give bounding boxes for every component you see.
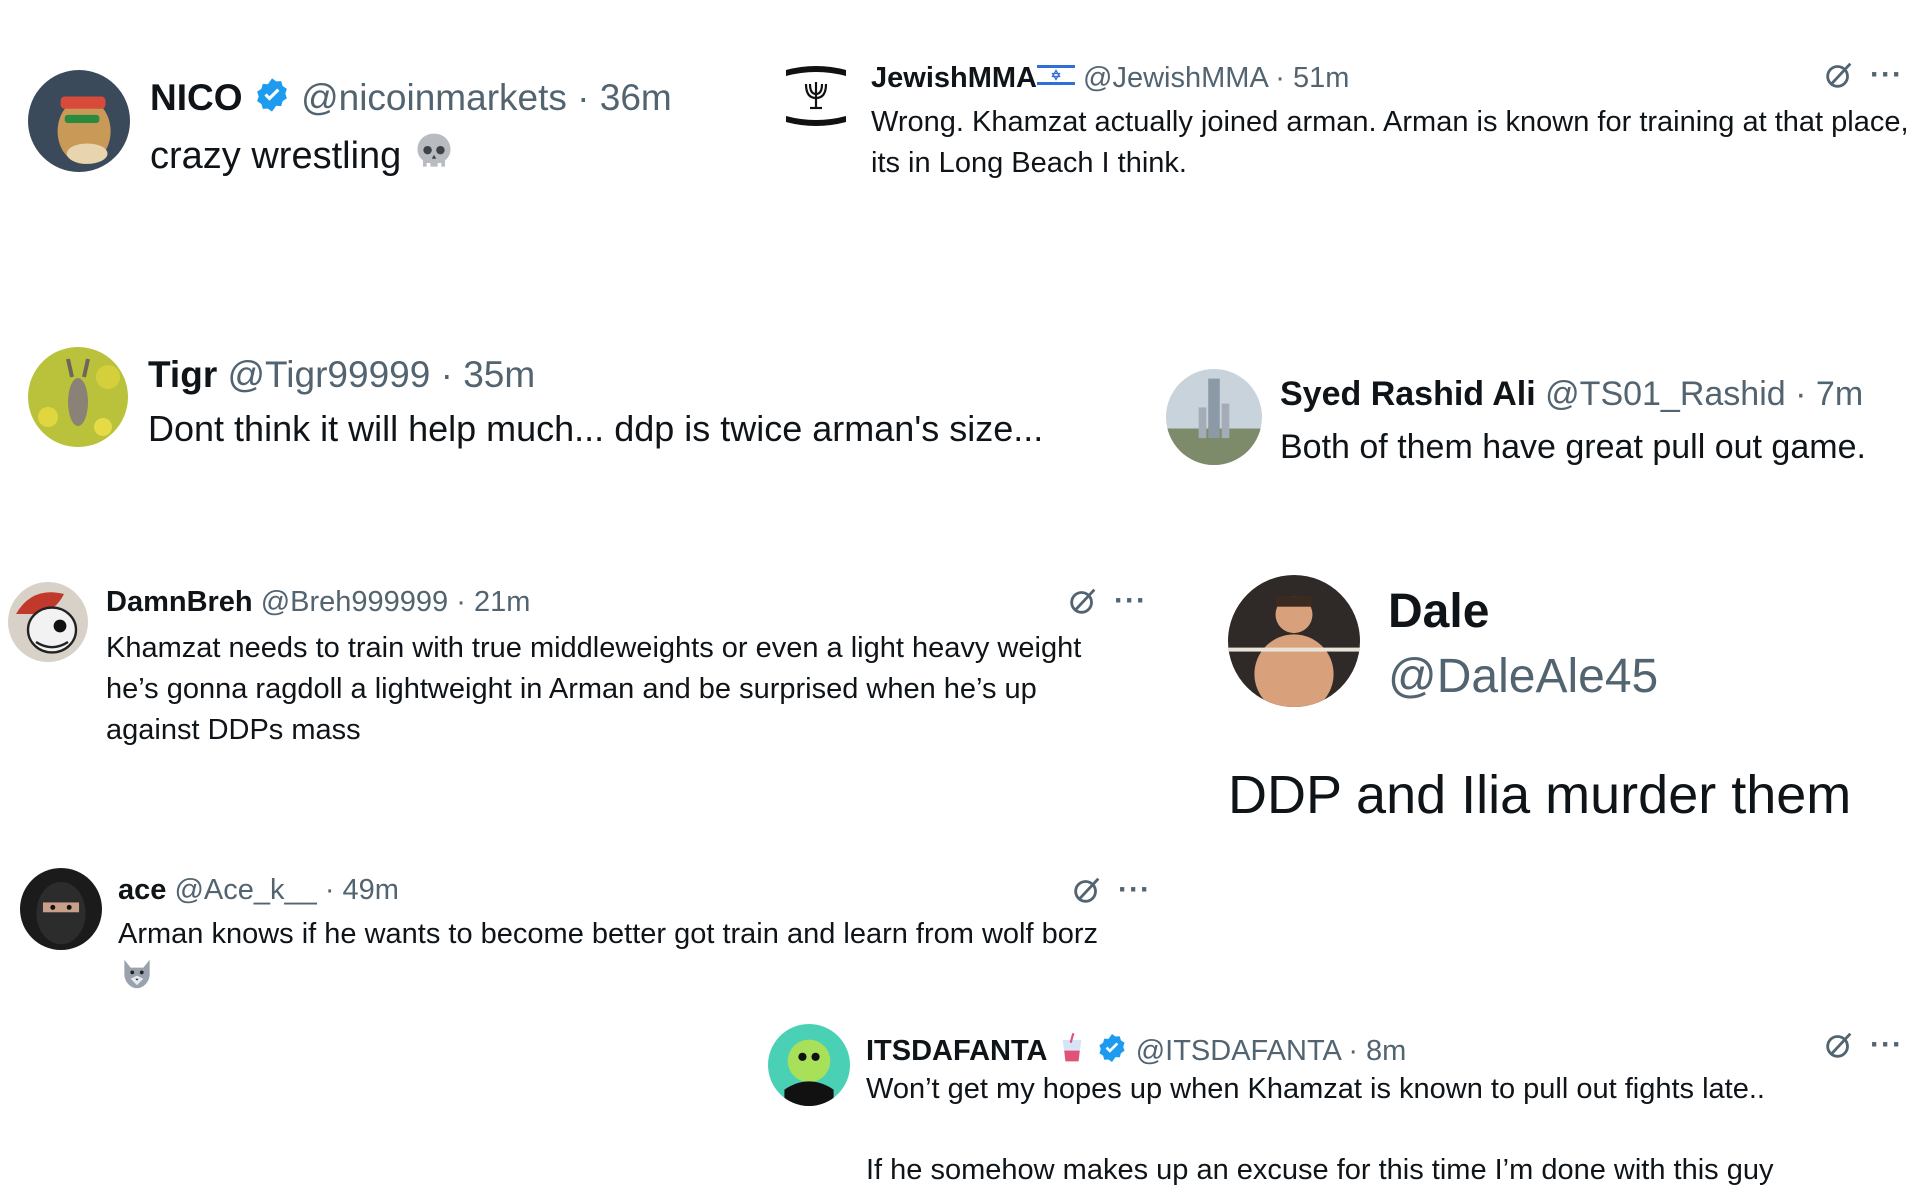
tweet-text: Both of them have great pull out game. [1280, 428, 1866, 466]
grok-icon[interactable] [1066, 584, 1100, 618]
tweet-text: Dont think it will help much... ddp is t… [148, 408, 1044, 449]
avatar[interactable] [780, 62, 852, 130]
avatar[interactable] [8, 582, 88, 662]
author-name[interactable]: ITSDAFANTA [866, 1035, 1048, 1067]
tweet-actions: ··· [1070, 873, 1151, 907]
grok-icon[interactable] [1070, 873, 1104, 907]
more-options-icon[interactable]: ··· [1870, 58, 1903, 92]
masked-avatar-icon [20, 868, 102, 950]
grok-icon[interactable] [1822, 1028, 1856, 1062]
timestamp[interactable]: 7m [1816, 375, 1863, 413]
avatar[interactable] [20, 868, 102, 950]
timestamp[interactable]: 49m [343, 874, 399, 906]
timestamp[interactable]: 51m [1293, 62, 1349, 94]
soda-cup-icon [1056, 1032, 1088, 1070]
tweet-text: DDP and Ilia murder them [1228, 765, 1852, 825]
author-handle[interactable]: @nicoinmarkets [301, 77, 567, 118]
cartoon-character-avatar-icon [768, 1024, 850, 1106]
verified-badge-icon [253, 76, 291, 120]
author-name[interactable]: NICO [150, 77, 243, 118]
separator-dot: · [1275, 62, 1285, 94]
tweet-tigr: Tigr @Tigr99999 · 35m Dont think it will… [0, 330, 1140, 470]
avatar[interactable] [768, 1024, 850, 1106]
avatar[interactable] [28, 347, 128, 447]
avatar[interactable] [28, 70, 130, 172]
fighter-avatar-icon [1228, 575, 1360, 707]
tweet-itsdafanta: ITSDAFANTA @ITSDAFANTA · 8m ··· Won’t ge… [760, 1020, 1920, 1200]
timestamp[interactable]: 36m [600, 77, 672, 118]
author-name[interactable]: Syed Rashid Ali [1280, 375, 1536, 413]
tweet-actions: ··· [1822, 1028, 1903, 1062]
tweet-syed: Syed Rashid Ali @TS01_Rashid · 7m Both o… [1160, 355, 1920, 485]
camel-avatar-icon [28, 70, 130, 172]
author-name[interactable]: JewishMMA [871, 62, 1037, 94]
tweet-jewishmma: JewishMMA @JewishMMA · 51m ··· Wrong. Kh… [770, 0, 1920, 200]
tweet-header-handle: @DaleAle45 [1388, 653, 1658, 701]
tweet-header: DamnBreh @Breh999999 · 21m [106, 588, 530, 617]
tweet-nico: NICO @nicoinmarkets · 36m crazy wrestlin… [0, 0, 760, 200]
timestamp[interactable]: 8m [1366, 1035, 1406, 1067]
tweet-actions: ··· [1822, 58, 1903, 92]
tweet-header: ITSDAFANTA @ITSDAFANTA · 8m [866, 1032, 1406, 1070]
author-handle[interactable]: @JewishMMA [1083, 62, 1267, 94]
author-name[interactable]: Tigr [148, 354, 217, 395]
separator-dot: · [1348, 1035, 1358, 1067]
tweet-header: JewishMMA @JewishMMA · 51m [871, 63, 1349, 93]
verified-badge-icon [1096, 1032, 1128, 1070]
separator-dot: · [324, 874, 335, 906]
animal-in-field-avatar-icon [28, 347, 128, 447]
tweet-text: Arman knows if he wants to become better… [118, 914, 1118, 1005]
wolf-icon [118, 955, 156, 1005]
tweet-header: ace @Ace_k__ · 49m [118, 876, 399, 905]
timestamp[interactable]: 35m [463, 354, 535, 395]
author-handle[interactable]: @DaleAle45 [1388, 650, 1658, 703]
tweet-actions: ··· [1066, 584, 1147, 618]
tweet-damnbreh: DamnBreh @Breh999999 · 21m ··· Khamzat n… [0, 570, 1170, 760]
tweet-text-line-2: If he somehow makes up an excuse for thi… [866, 1154, 1774, 1186]
separator-dot: · [440, 354, 453, 395]
tweet-header-name: Dale [1388, 588, 1489, 636]
more-options-icon[interactable]: ··· [1118, 873, 1151, 907]
separator-dot: · [577, 77, 590, 118]
avatar[interactable] [1228, 575, 1360, 707]
tweet-header: NICO @nicoinmarkets · 36m [150, 76, 672, 120]
author-name[interactable]: DamnBreh [106, 586, 253, 618]
author-handle[interactable]: @Tigr99999 [228, 354, 431, 395]
author-handle[interactable]: @TS01_Rashid [1545, 375, 1786, 413]
author-handle[interactable]: @ITSDAFANTA [1136, 1035, 1341, 1067]
skull-icon [412, 130, 456, 184]
author-handle[interactable]: @Ace_k__ [174, 874, 316, 906]
tweet-header: Tigr @Tigr99999 · 35m [148, 356, 535, 393]
tweet-header: Syed Rashid Ali @TS01_Rashid · 7m [1280, 377, 1863, 411]
avatar[interactable] [1166, 369, 1262, 465]
tweet-text-line-1: Won’t get my hopes up when Khamzat is kn… [866, 1073, 1765, 1105]
separator-dot: · [456, 586, 466, 618]
menorah-logo-icon [780, 62, 852, 130]
timestamp[interactable]: 21m [474, 586, 530, 618]
tower-avatar-icon [1166, 369, 1262, 465]
author-name[interactable]: Dale [1388, 585, 1489, 638]
israel-flag-icon [1036, 63, 1075, 93]
tweet-ace: ace @Ace_k__ · 49m ··· Arman knows if he… [0, 860, 1180, 1010]
tweet-text: Wrong. Khamzat actually joined arman. Ar… [871, 106, 1909, 179]
grok-icon[interactable] [1822, 58, 1856, 92]
more-options-icon[interactable]: ··· [1870, 1028, 1903, 1062]
tweet-dale: Dale @DaleAle45 DDP and Ilia murder them [1200, 560, 1920, 840]
separator-dot: · [1795, 375, 1807, 413]
more-options-icon[interactable]: ··· [1114, 584, 1147, 618]
cartoon-avatar-icon [8, 582, 88, 662]
tweet-text: crazy wrestling [150, 130, 456, 184]
author-handle[interactable]: @Breh999999 [261, 586, 448, 618]
author-name[interactable]: ace [118, 874, 166, 906]
tweet-text: Khamzat needs to train with true middlew… [106, 632, 1082, 746]
